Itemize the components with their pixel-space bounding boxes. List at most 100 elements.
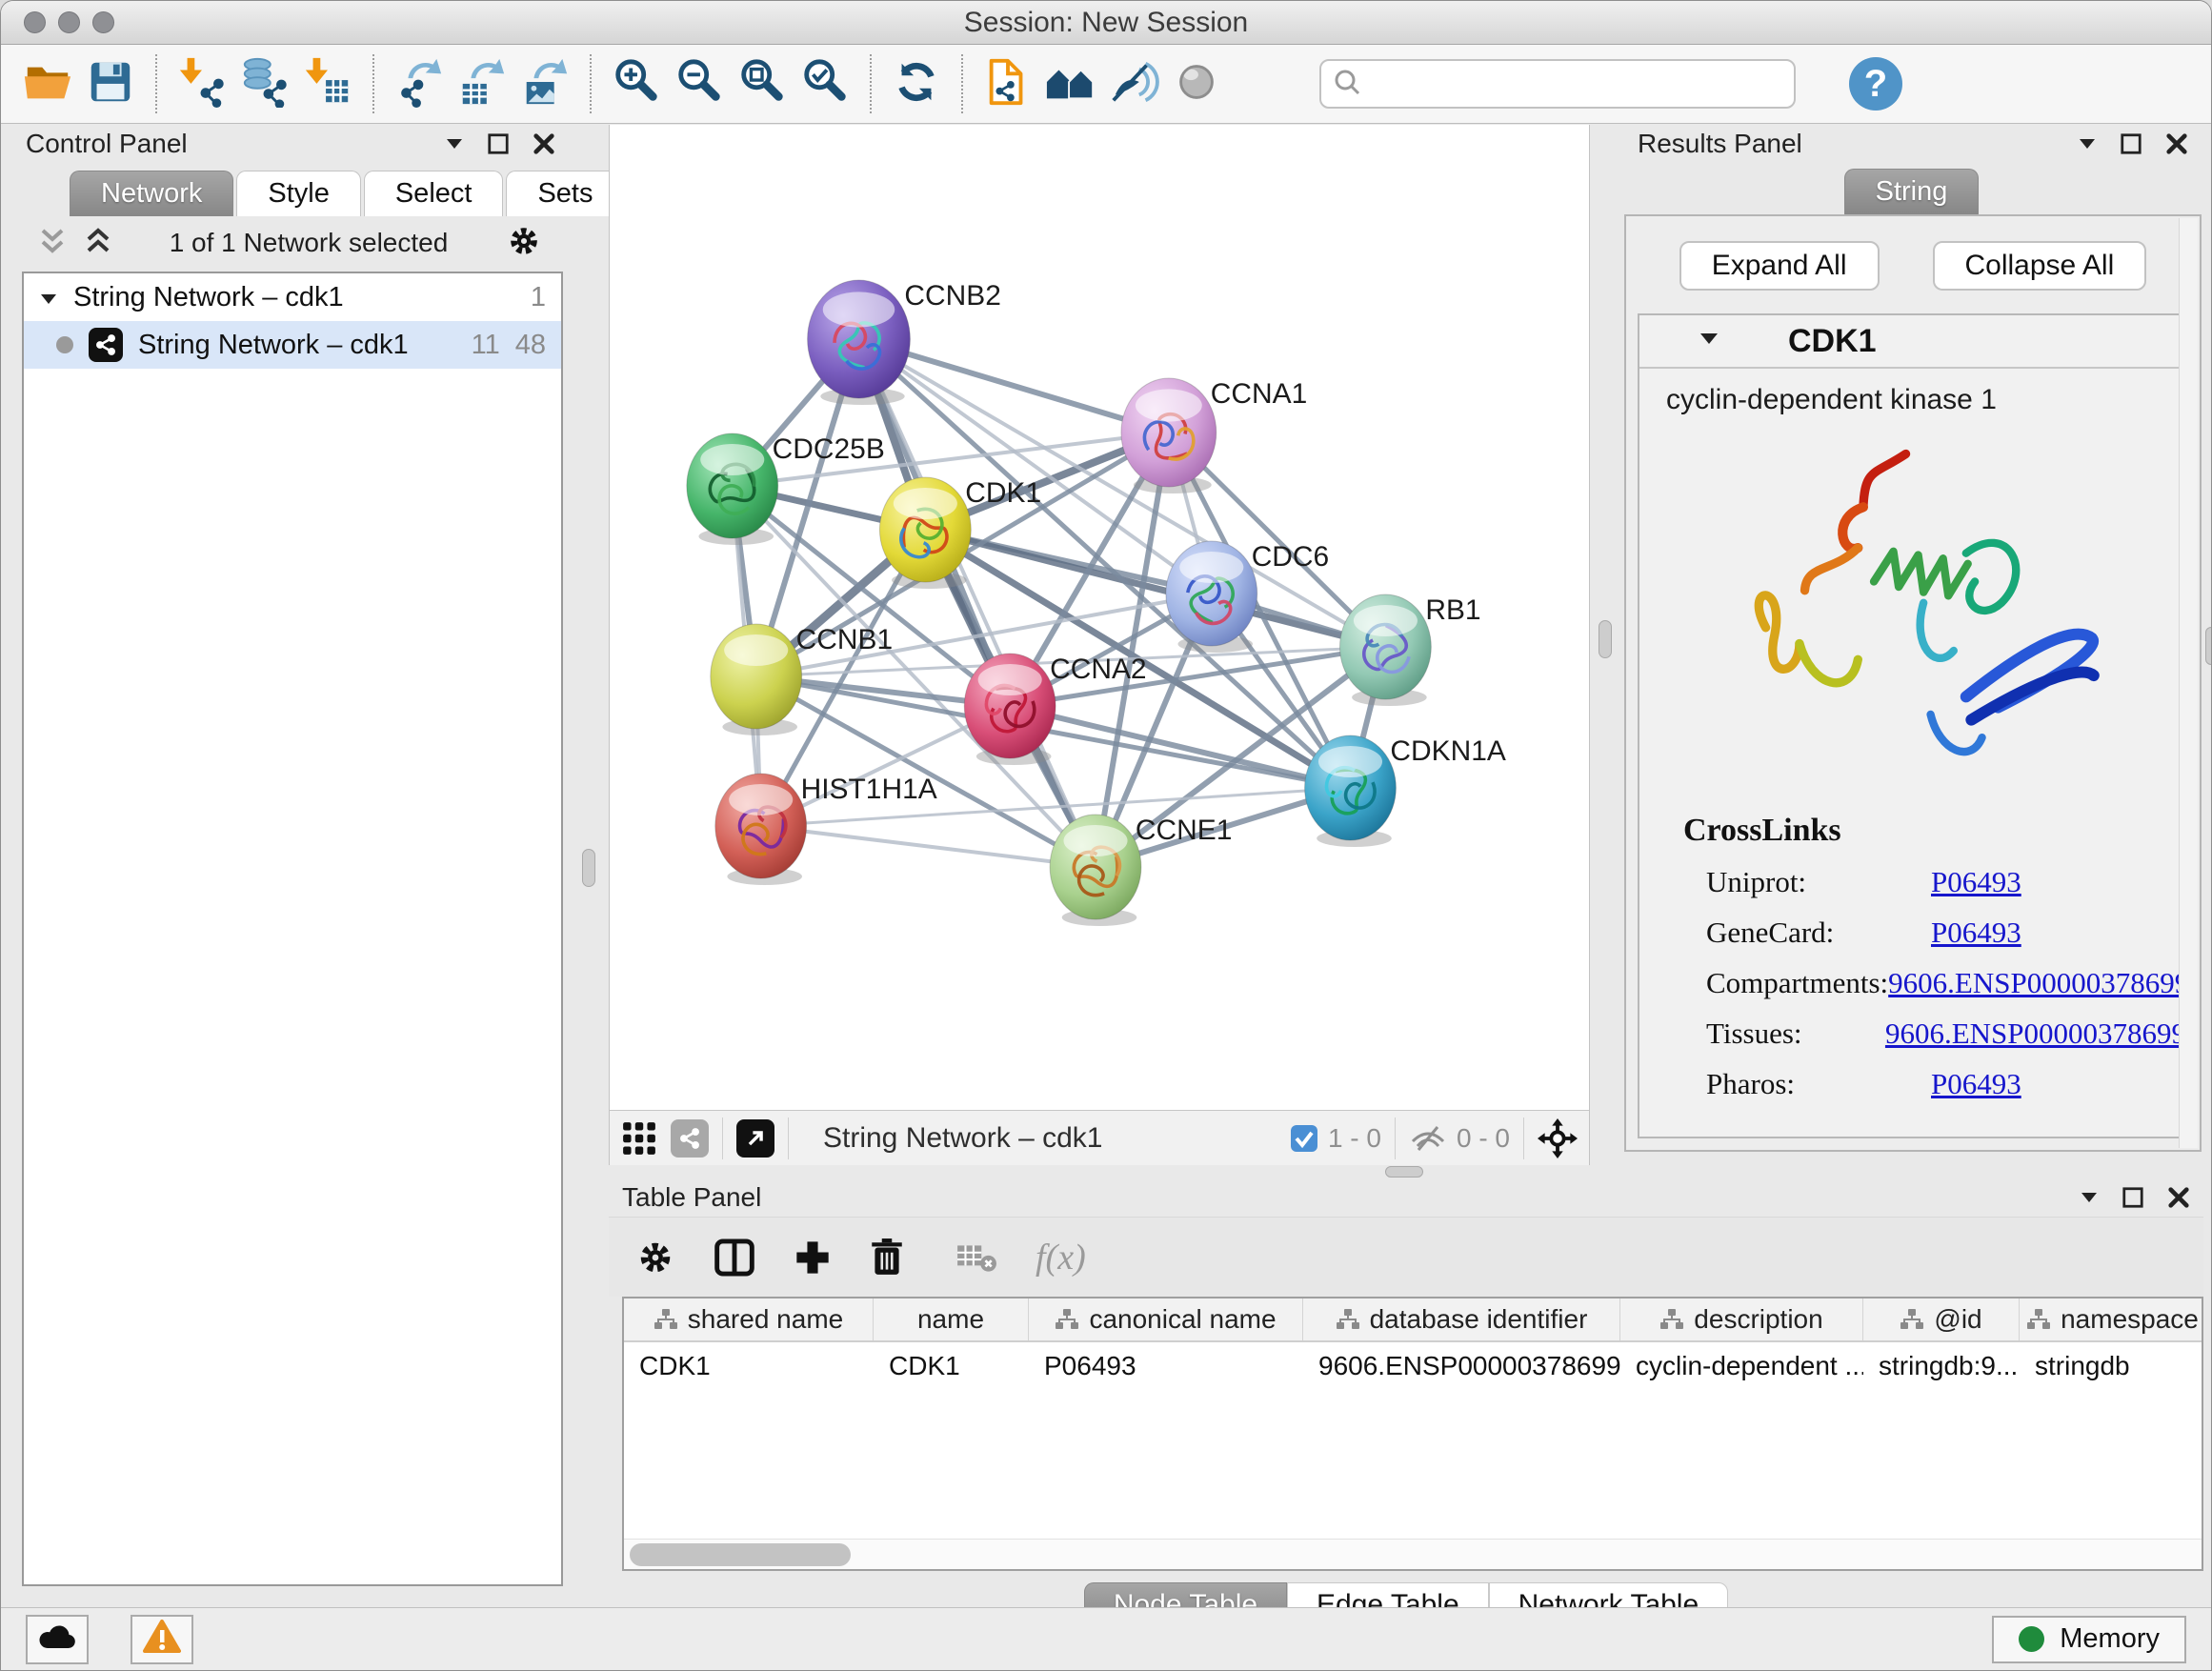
collection-disclosure-icon[interactable] [39, 282, 58, 313]
right-splitter-handle[interactable] [1599, 620, 1612, 658]
float-panel-icon[interactable] [487, 132, 510, 155]
crosshair-move-icon[interactable] [1538, 1118, 1578, 1158]
function-builder-icon[interactable]: f(x) [1036, 1237, 1086, 1278]
close-window-button[interactable] [24, 11, 46, 33]
zoom-in-button[interactable] [605, 50, 668, 117]
import-table-button[interactable] [296, 50, 359, 117]
delete-table-icon[interactable] [955, 1241, 997, 1274]
import-network-file-button[interactable] [171, 50, 233, 117]
left-splitter-handle[interactable] [582, 849, 595, 887]
network-row[interactable]: String Network – cdk1 11 48 [24, 321, 561, 369]
birdseye-view-icon[interactable] [736, 1119, 774, 1158]
create-column-icon[interactable] [794, 1238, 832, 1277]
crosslink-link[interactable]: 9606.ENSP00000378699 [1888, 966, 2188, 1000]
show-columns-icon[interactable] [714, 1237, 755, 1278]
search-icon [1333, 68, 1361, 101]
column-label: shared name [688, 1304, 843, 1335]
table-hscrollbar[interactable] [624, 1539, 2202, 1569]
network-node-CCNE1[interactable] [1050, 815, 1141, 926]
table-options-gear-icon[interactable] [635, 1238, 675, 1278]
column-header-description[interactable]: description [1620, 1299, 1863, 1340]
panel-edge-handle[interactable] [2205, 627, 2212, 665]
collapse-panel-icon[interactable] [445, 137, 464, 151]
selected-checkbox-icon[interactable] [1290, 1124, 1318, 1153]
tab-style[interactable]: Style [236, 171, 360, 216]
column-header-database-identifier[interactable]: database identifier [1303, 1299, 1620, 1340]
left-splitter[interactable] [569, 125, 609, 1607]
search-input[interactable] [1371, 69, 1782, 99]
collapse-all-networks-icon[interactable] [39, 227, 66, 260]
network-node-CCNB2[interactable] [808, 280, 911, 405]
results-panel-title: Results Panel [1638, 129, 1802, 159]
network-list-toolbar: 1 of 1 Network selected [12, 216, 569, 270]
horizontal-splitter-handle[interactable] [1385, 1166, 1423, 1178]
tab-select[interactable]: Select [364, 171, 504, 216]
warning-button[interactable] [131, 1615, 193, 1664]
collapse-panel-icon[interactable] [2080, 1191, 2099, 1204]
network-node-CCNB1[interactable] [711, 624, 802, 735]
close-panel-icon[interactable] [2165, 132, 2188, 155]
string-hide-style-button[interactable] [1102, 50, 1165, 117]
results-scrollbar[interactable] [2179, 218, 2198, 1148]
tab-network[interactable]: Network [70, 171, 233, 216]
zoom-fit-button[interactable] [731, 50, 794, 117]
network-node-CDC25B[interactable] [687, 433, 778, 545]
column-header--id[interactable]: @id [1863, 1299, 2020, 1340]
zoom-out-button[interactable] [668, 50, 731, 117]
table-hscrollbar-thumb[interactable] [630, 1543, 851, 1566]
import-network-database-button[interactable] [233, 50, 296, 117]
titlebar: Session: New Session [1, 1, 2211, 45]
save-session-button[interactable] [79, 50, 142, 117]
column-header-shared-name[interactable]: shared name [624, 1299, 874, 1340]
expand-all-networks-icon[interactable] [85, 227, 111, 260]
right-splitter[interactable] [1590, 125, 1620, 1165]
string-orb-button[interactable] [1165, 50, 1228, 117]
tab-string[interactable]: String [1844, 169, 1980, 214]
collapse-all-button[interactable]: Collapse All [1933, 241, 2147, 291]
horizontal-splitter[interactable] [609, 1165, 2211, 1178]
network-canvas[interactable]: CCNB2CCNA1CDC25BCDK1CDC6RB1CCNB1CCNA2CDK… [610, 125, 1589, 1110]
delete-column-trash-icon[interactable] [870, 1238, 904, 1278]
close-panel-icon[interactable] [2167, 1186, 2190, 1209]
network-node-CCNA1[interactable] [1121, 378, 1217, 493]
zoom-window-button[interactable] [92, 11, 114, 33]
column-header-name[interactable]: name [874, 1299, 1029, 1340]
string-homes-button[interactable] [1039, 50, 1102, 117]
minimize-window-button[interactable] [58, 11, 80, 33]
zoom-selected-button[interactable] [794, 50, 856, 117]
protein-entry-header[interactable]: CDK1 [1639, 315, 2186, 369]
float-panel-icon[interactable] [2120, 132, 2142, 155]
entry-disclosure-icon[interactable] [1699, 332, 1719, 351]
string-file-button[interactable] [976, 50, 1039, 117]
float-panel-icon[interactable] [2122, 1186, 2144, 1209]
help-button[interactable]: ? [1849, 57, 1902, 111]
edge-CCNE1-HIST1H1A[interactable] [761, 826, 1096, 867]
export-table-button[interactable] [451, 50, 513, 117]
memory-button[interactable]: Memory [1992, 1616, 2186, 1663]
open-session-button[interactable] [16, 50, 79, 117]
export-network-button[interactable] [388, 50, 451, 117]
close-panel-icon[interactable] [533, 132, 555, 155]
column-header-canonical-name[interactable]: canonical name [1029, 1299, 1303, 1340]
crosslink-link[interactable]: P06493 [1931, 865, 2021, 899]
network-node-RB1[interactable] [1340, 594, 1432, 706]
crosslink-link[interactable]: P06493 [1931, 1067, 2021, 1101]
network-node-CDKN1A[interactable] [1305, 735, 1397, 847]
network-view: CCNB2CCNA1CDC25BCDK1CDC6RB1CCNB1CCNA2CDK… [609, 125, 1590, 1165]
collapse-panel-icon[interactable] [2078, 137, 2097, 151]
cloud-button[interactable] [26, 1615, 89, 1664]
apply-layout-button[interactable] [885, 50, 948, 117]
crosslink-link[interactable]: 9606.ENSP00000378699 [1885, 1017, 2186, 1051]
network-options-gear-icon[interactable] [506, 223, 542, 264]
grid-view-icon[interactable] [621, 1120, 657, 1157]
column-header-namespace[interactable]: namespace [2020, 1299, 2203, 1340]
expand-all-button[interactable]: Expand All [1679, 241, 1880, 291]
network-node-HIST1H1A[interactable] [715, 774, 807, 885]
crosslink-link[interactable]: P06493 [1931, 916, 2021, 950]
share-view-icon[interactable] [671, 1119, 709, 1158]
table-row[interactable]: CDK1CDK1P064939606.ENSP00000378699cyclin… [624, 1342, 2202, 1390]
control-panel-header: Control Panel [12, 125, 569, 163]
export-image-button[interactable] [513, 50, 576, 117]
hidden-eye-icon[interactable] [1409, 1124, 1447, 1153]
network-collection-row[interactable]: String Network – cdk1 1 [24, 273, 561, 321]
